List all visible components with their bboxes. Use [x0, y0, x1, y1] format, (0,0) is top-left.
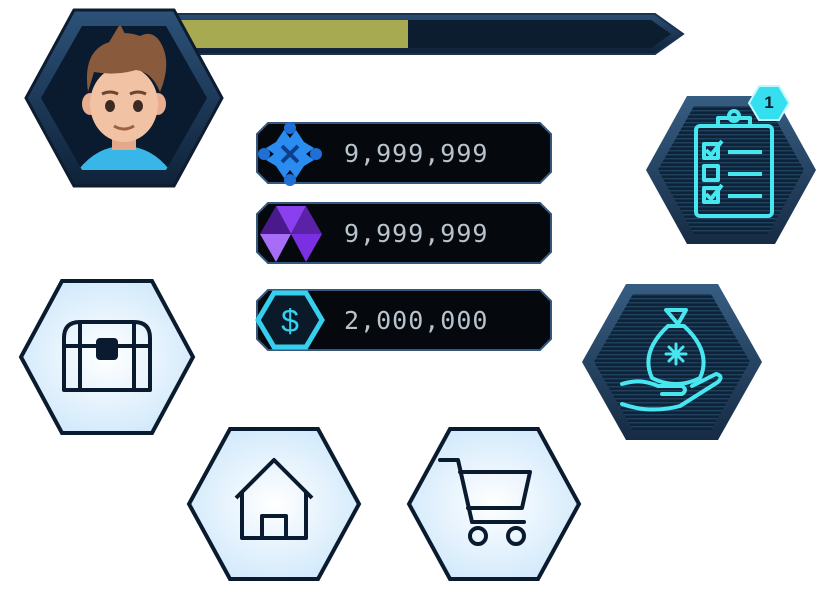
quests-badge-count: 1 [764, 93, 774, 112]
rewards-button[interactable] [580, 282, 764, 442]
shop-button[interactable] [406, 426, 582, 582]
player-avatar[interactable] [24, 6, 224, 190]
quests-notification-badge: 1 [747, 84, 791, 122]
blue-star-gem-icon [254, 120, 330, 186]
chest-button[interactable] [18, 278, 196, 436]
dollar-hexagon-icon: $ [254, 287, 330, 353]
cash-amount: 2,000,000 [344, 305, 489, 335]
purple-crystal-amount: 9,999,999 [344, 218, 489, 248]
blue-gem-amount: 9,999,999 [344, 138, 489, 168]
currency-cash: $ 2,000,000 [254, 287, 554, 353]
purple-triangle-crystal-icon [254, 200, 330, 266]
home-button[interactable] [186, 426, 362, 582]
quests-button[interactable]: 1 [644, 85, 818, 246]
svg-text:$: $ [281, 303, 299, 339]
currency-blue-gem: 9,999,999 [254, 120, 554, 186]
currency-purple-crystal: 9,999,999 [254, 200, 554, 266]
